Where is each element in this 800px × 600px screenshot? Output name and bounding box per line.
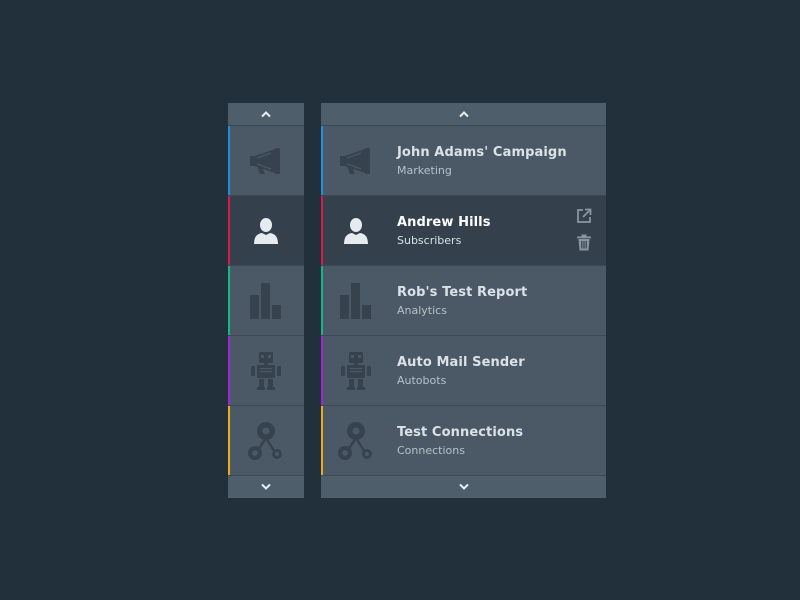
chevron-down-icon bbox=[261, 483, 271, 490]
item-title: John Adams' Campaign bbox=[397, 144, 567, 160]
item-actions bbox=[576, 208, 592, 251]
item-subtitle: Marketing bbox=[397, 163, 452, 177]
robot-icon bbox=[251, 351, 281, 390]
list-item-connections[interactable]: Test Connections Connections bbox=[321, 405, 606, 475]
accent-bar bbox=[228, 266, 230, 335]
item-subtitle: Subscribers bbox=[397, 233, 462, 247]
item-title: Test Connections bbox=[397, 424, 524, 440]
connections-icon bbox=[248, 421, 282, 460]
accent-bar bbox=[321, 336, 323, 405]
item-title: Andrew Hills bbox=[397, 214, 491, 230]
chevron-up-icon bbox=[458, 111, 469, 118]
accent-bar bbox=[228, 196, 230, 265]
megaphone-icon bbox=[340, 147, 370, 174]
narrow-item-subscriber[interactable] bbox=[228, 195, 304, 265]
narrow-item-autobot[interactable] bbox=[228, 335, 304, 405]
narrow-item-connections[interactable] bbox=[228, 405, 304, 475]
item-list-wide: John Adams' Campaign Marketing Andrew Hi… bbox=[321, 103, 606, 498]
scroll-up-button[interactable] bbox=[321, 103, 606, 125]
robot-icon bbox=[341, 351, 371, 390]
accent-bar bbox=[321, 406, 323, 475]
accent-bar bbox=[321, 126, 323, 195]
scroll-down-button[interactable] bbox=[228, 475, 304, 498]
accent-bar bbox=[321, 266, 323, 335]
bar-chart-icon bbox=[340, 282, 371, 319]
list-item-autobot[interactable]: Auto Mail Sender Autobots bbox=[321, 335, 606, 405]
scroll-up-button[interactable] bbox=[228, 103, 304, 125]
list-item-campaign[interactable]: John Adams' Campaign Marketing bbox=[321, 125, 606, 195]
icon-list-narrow bbox=[228, 103, 304, 498]
chevron-up-icon bbox=[261, 111, 271, 118]
accent-bar bbox=[321, 196, 323, 265]
item-subtitle: Connections bbox=[397, 443, 465, 457]
megaphone-icon bbox=[250, 147, 280, 174]
accent-bar bbox=[228, 336, 230, 405]
connections-icon bbox=[338, 421, 372, 460]
external-link-icon[interactable] bbox=[576, 208, 592, 224]
list-item-report[interactable]: Rob's Test Report Analytics bbox=[321, 265, 606, 335]
accent-bar bbox=[228, 126, 230, 195]
item-title: Rob's Test Report bbox=[397, 284, 528, 300]
item-title: Auto Mail Sender bbox=[397, 354, 525, 370]
accent-bar bbox=[228, 406, 230, 475]
list-item-subscriber[interactable]: Andrew Hills Subscribers bbox=[321, 195, 606, 265]
user-icon bbox=[344, 217, 368, 244]
trash-icon[interactable] bbox=[576, 234, 592, 251]
narrow-item-campaign[interactable] bbox=[228, 125, 304, 195]
bar-chart-icon bbox=[250, 282, 281, 319]
user-icon bbox=[254, 217, 278, 244]
narrow-item-report[interactable] bbox=[228, 265, 304, 335]
item-subtitle: Analytics bbox=[397, 303, 447, 317]
item-subtitle: Autobots bbox=[397, 373, 447, 387]
chevron-down-icon bbox=[458, 483, 469, 490]
scroll-down-button[interactable] bbox=[321, 475, 606, 498]
